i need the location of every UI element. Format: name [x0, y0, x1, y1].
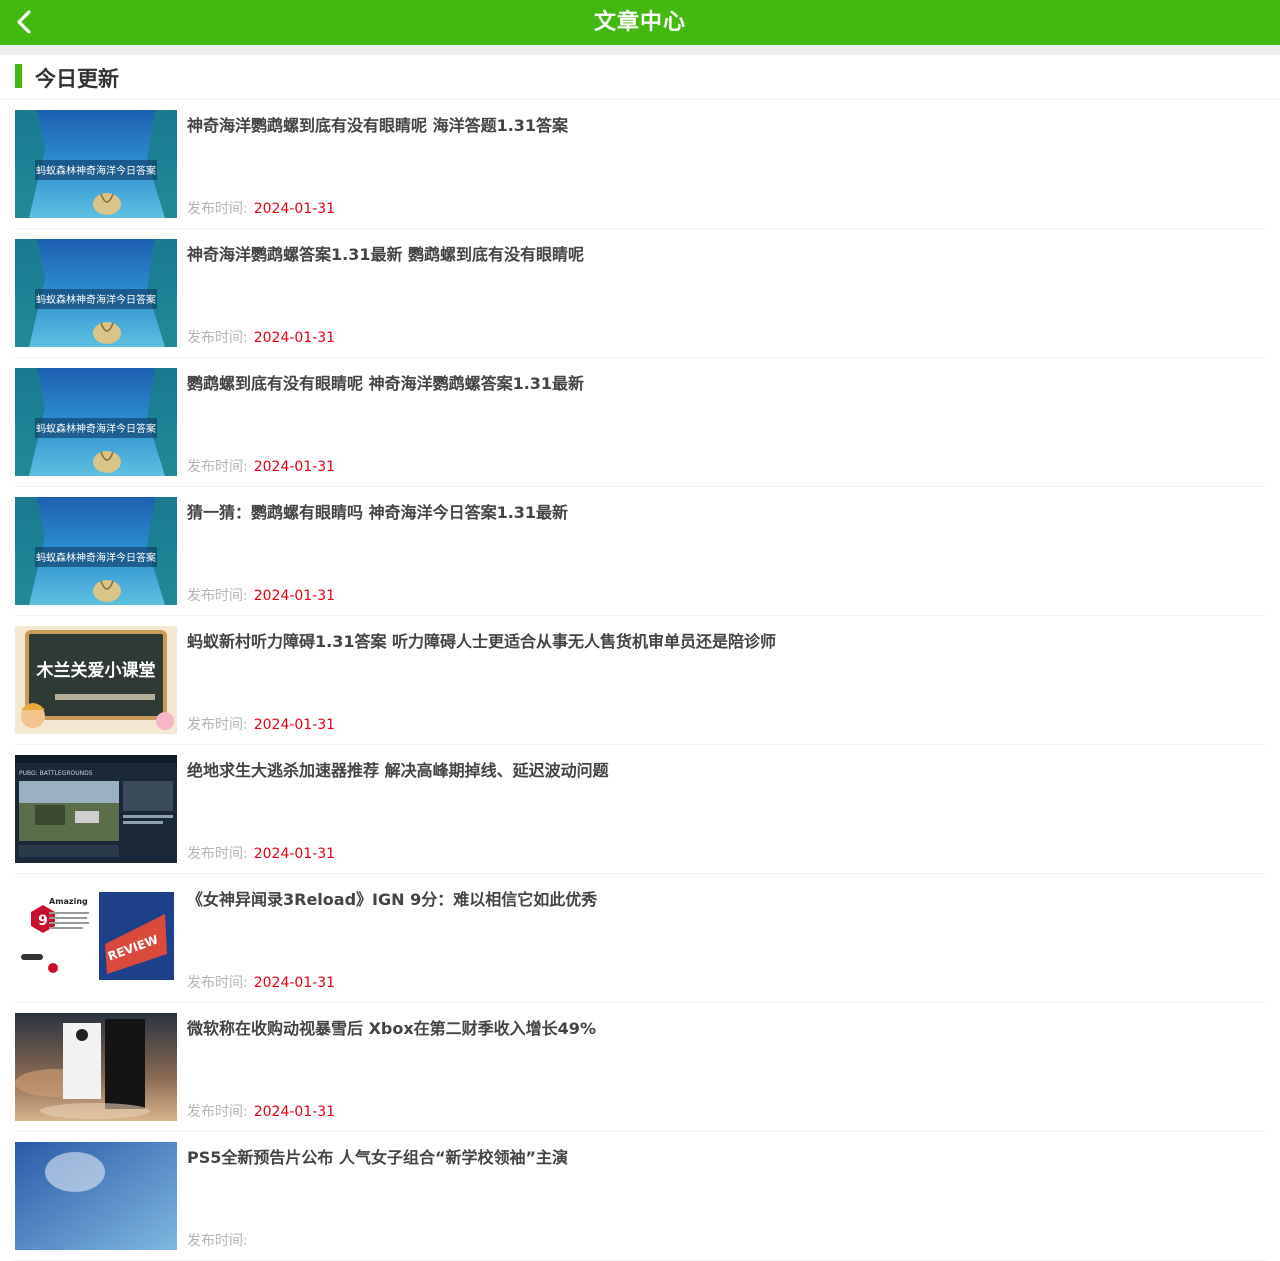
header-divider [0, 45, 1280, 55]
publish-date: 2024-01-31 [253, 1104, 336, 1120]
article-thumbnail[interactable]: 蚂蚁森林神奇海洋今日答案 [15, 368, 177, 476]
thumbnail-caption: 蚂蚁森林神奇海洋今日答案 [36, 422, 156, 435]
article-title[interactable]: 猜一猜：鹦鹉螺有眼睛吗 神奇海洋今日答案1.31最新 [187, 502, 1255, 524]
list-item[interactable]: PS5全新预告片公布 人气女子组合“新学校领袖”主演 发布时间: [15, 1132, 1265, 1261]
date-label: 发布时间: [187, 1233, 248, 1249]
list-item[interactable]: 微软称在收购动视暴雪后 Xbox在第二财季收入增长49% 发布时间: 2024-0… [15, 1003, 1265, 1132]
section-title: 今日更新 [35, 67, 119, 91]
thumbnail-caption: 蚂蚁森林神奇海洋今日答案 [36, 551, 156, 564]
article-meta: 发布时间: 2024-01-31 [187, 327, 335, 347]
article-title[interactable]: PS5全新预告片公布 人气女子组合“新学校领袖”主演 [187, 1147, 1255, 1169]
list-item[interactable]: 木兰关爱小课堂 蚂蚁新村听力障碍1.31答案 听力障碍人士更适合从事无人售货机审… [15, 616, 1265, 745]
list-item[interactable]: 蚂蚁森林神奇海洋今日答案 猜一猜：鹦鹉螺有眼睛吗 神奇海洋今日答案1.31最新 … [15, 487, 1265, 616]
app-header: 文章中心 [0, 0, 1280, 45]
publish-date: 2024-01-31 [253, 201, 336, 217]
article-thumbnail[interactable] [15, 1142, 177, 1250]
article-meta: 发布时间: [187, 1230, 254, 1250]
publish-date: 2024-01-31 [253, 588, 336, 604]
article-meta: 发布时间: 2024-01-31 [187, 972, 335, 992]
publish-date: 2024-01-31 [253, 975, 336, 991]
section-header: 今日更新 [0, 55, 1280, 100]
article-title[interactable]: 神奇海洋鹦鹉螺到底有没有眼睛呢 海洋答题1.31答案 [187, 115, 1255, 137]
article-meta: 发布时间: 2024-01-31 [187, 198, 335, 218]
article-list: 蚂蚁森林神奇海洋今日答案 神奇海洋鹦鹉螺到底有没有眼睛呢 海洋答题1.31答案 … [15, 100, 1265, 1261]
date-label: 发布时间: [187, 201, 248, 217]
thumbnail-caption: Amazing [49, 897, 88, 906]
svg-text:9: 9 [38, 913, 48, 929]
article-meta: 发布时间: 2024-01-31 [187, 843, 335, 863]
article-thumbnail[interactable]: 9 Amazing REVIEW [15, 884, 177, 992]
article-meta: 发布时间: 2024-01-31 [187, 714, 335, 734]
list-item[interactable]: PUBG: BATTLEGROUNDS 绝地求生大逃杀加速器推荐 解决高峰期掉线… [15, 745, 1265, 874]
thumbnail-caption: PUBG: BATTLEGROUNDS [19, 770, 93, 777]
page-title: 文章中心 [593, 10, 686, 35]
article-meta: 发布时间: 2024-01-31 [187, 1101, 335, 1121]
section-accent-bar [15, 64, 22, 88]
thumbnail-caption: 木兰关爱小课堂 [36, 660, 156, 681]
date-label: 发布时间: [187, 846, 248, 862]
article-title[interactable]: 蚂蚁新村听力障碍1.31答案 听力障碍人士更适合从事无人售货机审单员还是陪诊师 [187, 631, 1255, 653]
publish-date: 2024-01-31 [253, 846, 336, 862]
date-label: 发布时间: [187, 330, 248, 346]
date-label: 发布时间: [187, 975, 248, 991]
publish-date: 2024-01-31 [253, 459, 336, 475]
article-thumbnail[interactable]: 蚂蚁森林神奇海洋今日答案 [15, 239, 177, 347]
date-label: 发布时间: [187, 717, 248, 733]
article-title[interactable]: 绝地求生大逃杀加速器推荐 解决高峰期掉线、延迟波动问题 [187, 760, 1255, 782]
article-title[interactable]: 《女神异闻录3Reload》IGN 9分：难以相信它如此优秀 [187, 889, 1255, 911]
article-title[interactable]: 微软称在收购动视暴雪后 Xbox在第二财季收入增长49% [187, 1018, 1255, 1040]
list-item[interactable]: 蚂蚁森林神奇海洋今日答案 神奇海洋鹦鹉螺到底有没有眼睛呢 海洋答题1.31答案 … [15, 100, 1265, 229]
list-item[interactable]: 蚂蚁森林神奇海洋今日答案 神奇海洋鹦鹉螺答案1.31最新 鹦鹉螺到底有没有眼睛呢… [15, 229, 1265, 358]
publish-date: 2024-01-31 [253, 330, 336, 346]
list-item[interactable]: 蚂蚁森林神奇海洋今日答案 鹦鹉螺到底有没有眼睛呢 神奇海洋鹦鹉螺答案1.31最新… [15, 358, 1265, 487]
date-label: 发布时间: [187, 588, 248, 604]
publish-date: 2024-01-31 [253, 717, 336, 733]
article-thumbnail[interactable] [15, 1013, 177, 1121]
article-meta: 发布时间: 2024-01-31 [187, 456, 335, 476]
article-thumbnail[interactable]: 蚂蚁森林神奇海洋今日答案 [15, 497, 177, 605]
list-item[interactable]: 9 Amazing REVIEW 《女神异闻录3Reload》IGN 9分：难以… [15, 874, 1265, 1003]
date-label: 发布时间: [187, 1104, 248, 1120]
article-meta: 发布时间: 2024-01-31 [187, 585, 335, 605]
date-label: 发布时间: [187, 459, 248, 475]
article-thumbnail[interactable]: PUBG: BATTLEGROUNDS [15, 755, 177, 863]
article-title[interactable]: 鹦鹉螺到底有没有眼睛呢 神奇海洋鹦鹉螺答案1.31最新 [187, 373, 1255, 395]
article-thumbnail[interactable]: 蚂蚁森林神奇海洋今日答案 [15, 110, 177, 218]
thumbnail-caption: 蚂蚁森林神奇海洋今日答案 [36, 293, 156, 306]
thumbnail-caption: 蚂蚁森林神奇海洋今日答案 [36, 164, 156, 177]
article-title[interactable]: 神奇海洋鹦鹉螺答案1.31最新 鹦鹉螺到底有没有眼睛呢 [187, 244, 1255, 266]
article-thumbnail[interactable]: 木兰关爱小课堂 [15, 626, 177, 734]
